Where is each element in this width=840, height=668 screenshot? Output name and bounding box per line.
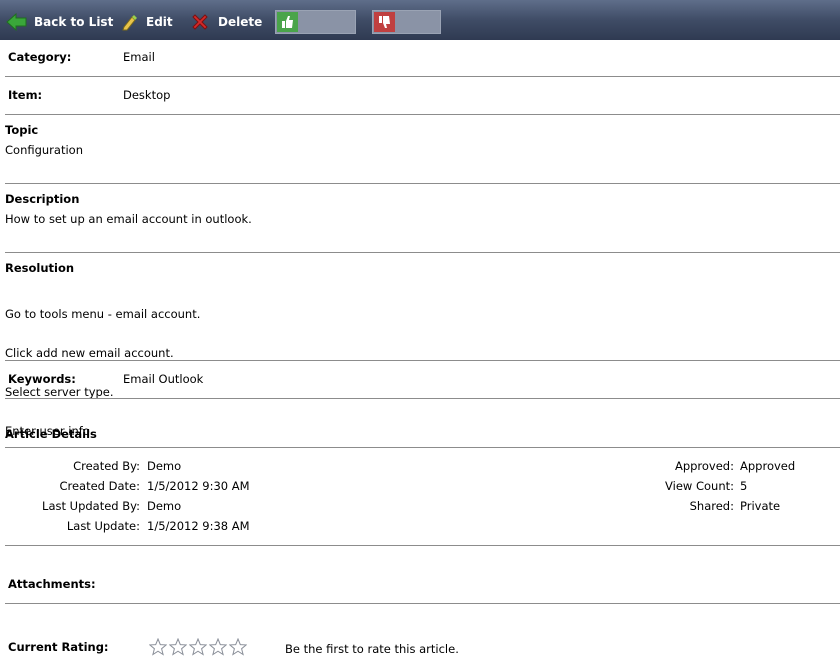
star-icon[interactable]	[229, 638, 247, 656]
shared-value: Private	[740, 499, 781, 513]
rate-helpful-button[interactable]	[275, 10, 356, 34]
divider	[5, 183, 840, 184]
divider	[5, 114, 840, 115]
back-arrow-icon	[6, 12, 28, 32]
delete-x-icon	[190, 12, 210, 32]
created-date-label: Created Date:	[59, 479, 140, 493]
divider	[5, 252, 840, 253]
divider	[5, 545, 840, 546]
star-icon[interactable]	[209, 638, 227, 656]
resolution-line: Click add new email account.	[5, 346, 174, 360]
last-updated-by-value: Demo	[147, 499, 182, 513]
divider	[5, 360, 840, 361]
thumbs-down-icon	[374, 12, 395, 32]
resolution-text: Go to tools menu - email account. Click …	[5, 282, 200, 451]
view-count-label: View Count:	[665, 479, 734, 493]
star-icon[interactable]	[189, 638, 207, 656]
divider	[5, 76, 840, 77]
topic-value: Configuration	[5, 143, 83, 157]
approved-value: Approved	[740, 459, 796, 473]
article-details-heading: Article Details	[5, 427, 97, 441]
rating-message: Be the first to rate this article.	[285, 642, 459, 656]
delete-label: Delete	[218, 15, 263, 29]
star-icon[interactable]	[149, 638, 167, 656]
back-to-list-label: Back to List	[34, 15, 114, 29]
created-date-value: 1/5/2012 9:30 AM	[147, 479, 250, 493]
rating-stars	[149, 638, 247, 656]
last-updated-by-label: Last Updated By:	[42, 499, 140, 513]
toolbar: Back to List Edit Delete	[0, 0, 840, 40]
approved-label: Approved:	[674, 459, 734, 473]
thumbs-up-icon	[277, 12, 298, 32]
resolution-line: Go to tools menu - email account.	[5, 307, 201, 321]
shared-label: Shared:	[689, 499, 734, 513]
resolution-heading: Resolution	[5, 261, 75, 275]
category-label: Category:	[8, 50, 72, 64]
created-by-label: Created By:	[73, 459, 140, 473]
divider	[5, 447, 840, 448]
star-icon[interactable]	[169, 638, 187, 656]
view-count-value: 5	[740, 479, 748, 493]
last-update-label: Last Update:	[66, 519, 140, 533]
pencil-icon	[121, 13, 137, 31]
back-to-list-button[interactable]: Back to List	[6, 10, 113, 34]
last-update-value: 1/5/2012 9:38 AM	[147, 519, 250, 533]
divider	[5, 603, 840, 604]
keywords-label: Keywords:	[8, 372, 76, 386]
edit-label: Edit	[146, 15, 173, 29]
divider	[5, 398, 840, 399]
edit-button[interactable]: Edit	[121, 10, 173, 34]
topic-heading: Topic	[5, 123, 39, 137]
description-heading: Description	[5, 192, 80, 206]
current-rating-label: Current Rating:	[8, 640, 109, 654]
description-value: How to set up an email account in outloo…	[5, 212, 252, 226]
delete-button[interactable]: Delete	[190, 10, 262, 34]
rate-unhelpful-button[interactable]	[372, 10, 441, 34]
item-value: Desktop	[123, 88, 171, 102]
attachments-label: Attachments:	[8, 577, 96, 591]
created-by-value: Demo	[147, 459, 182, 473]
item-label: Item:	[8, 88, 43, 102]
category-value: Email	[123, 50, 155, 64]
keywords-value: Email Outlook	[123, 372, 204, 386]
